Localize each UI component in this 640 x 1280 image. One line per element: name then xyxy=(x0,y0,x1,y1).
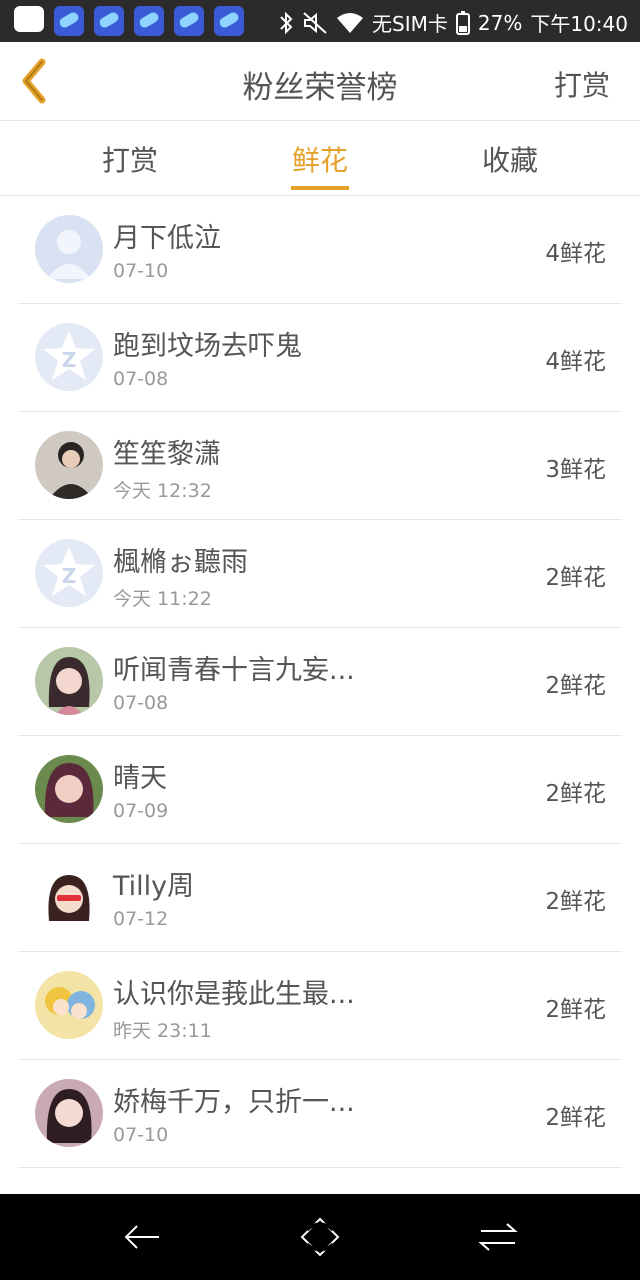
svg-text:Z: Z xyxy=(62,564,77,588)
app-notification-icon xyxy=(134,6,164,36)
bluetooth-icon xyxy=(280,11,293,34)
fan-time: 07-10 xyxy=(113,1124,169,1146)
page-title: 粉丝荣誉榜 xyxy=(242,70,398,106)
fan-time: 07-09 xyxy=(113,800,169,822)
fan-name: 月下低泣 xyxy=(113,223,221,254)
system-status: 无SIM卡 27% 下午10:40 xyxy=(278,8,628,37)
flower-count: 2鲜花 xyxy=(545,673,606,699)
list-item[interactable]: 认识你是莪此生最... 昨天 23:11 2鲜花 xyxy=(18,952,622,1060)
flower-count: 2鲜花 xyxy=(545,997,606,1023)
flower-count: 2鲜花 xyxy=(545,1105,606,1131)
tab-favorites[interactable]: 收藏 xyxy=(430,139,590,179)
fan-name: 跑到坟场去吓鬼 xyxy=(113,331,302,362)
photo-avatar xyxy=(35,647,103,715)
home-nav-icon[interactable] xyxy=(297,1214,343,1260)
fan-name: 认识你是莪此生最... xyxy=(113,979,355,1010)
list-item[interactable]: 笙笙黎潇 今天 12:32 3鲜花 xyxy=(18,412,622,520)
list-item[interactable]: 娇梅千万，只折一... 07-10 2鲜花 xyxy=(18,1060,622,1168)
tab-bar: 打赏 鲜花 收藏 xyxy=(0,121,640,196)
tab-flowers[interactable]: 鲜花 xyxy=(240,139,400,179)
svg-text:Z: Z xyxy=(62,348,77,372)
app-notification-icon xyxy=(94,6,124,36)
fan-time: 07-08 xyxy=(113,692,169,714)
mute-icon xyxy=(303,11,327,34)
notification-icons xyxy=(14,6,244,36)
fan-time: 07-12 xyxy=(113,908,169,930)
list-item[interactable]: 晴天 07-09 2鲜花 xyxy=(18,736,622,844)
clock: 下午10:40 xyxy=(530,12,628,36)
qq-star-icon: Z xyxy=(43,331,95,380)
app-notification-icon xyxy=(54,6,84,36)
qq-logo-avatar: Z xyxy=(35,323,103,391)
fan-time: 07-10 xyxy=(113,260,169,282)
flower-count: 4鲜花 xyxy=(545,241,606,267)
fan-time: 今天 11:22 xyxy=(113,588,212,610)
photo-avatar xyxy=(35,755,103,823)
qq-logo-avatar: Z xyxy=(35,539,103,607)
list-item[interactable]: 月下低泣 07-10 4鲜花 xyxy=(18,196,622,304)
active-tab-indicator xyxy=(291,186,349,190)
user-silhouette-icon xyxy=(47,230,91,279)
list-item[interactable]: 听闻青春十言九妄... 07-08 2鲜花 xyxy=(18,628,622,736)
flower-count: 2鲜花 xyxy=(545,889,606,915)
fan-name: 听闻青春十言九妄... xyxy=(113,655,355,686)
list-item[interactable]: Z 跑到坟场去吓鬼 07-08 4鲜花 xyxy=(18,304,622,412)
reward-button[interactable]: 打赏 xyxy=(554,64,610,104)
status-bar: 无SIM卡 27% 下午10:40 xyxy=(0,0,640,42)
recent-apps-icon[interactable] xyxy=(475,1214,521,1260)
sim-status: 无SIM卡 xyxy=(372,12,448,36)
fan-time: 07-08 xyxy=(113,368,169,390)
list-item[interactable]: Tilly周 07-12 2鲜花 xyxy=(18,844,622,952)
battery-level: 27% xyxy=(477,10,523,35)
battery-icon xyxy=(455,10,470,35)
fan-name: 晴天 xyxy=(113,763,167,794)
fan-name: 娇梅千万，只折一... xyxy=(113,1087,355,1118)
message-icon xyxy=(14,6,44,32)
back-nav-icon[interactable] xyxy=(119,1214,165,1260)
fan-time: 昨天 23:11 xyxy=(113,1020,212,1042)
flower-count: 4鲜花 xyxy=(545,349,606,375)
top-bar: 粉丝荣誉榜 打赏 xyxy=(0,42,640,121)
photo-avatar xyxy=(35,1079,103,1147)
list-item[interactable]: Z 楓樇ぉ聽雨 今天 11:22 2鲜花 xyxy=(18,520,622,628)
app-notification-icon xyxy=(214,6,244,36)
flower-count: 3鲜花 xyxy=(545,457,606,483)
anime-avatar xyxy=(35,971,103,1039)
fan-time: 今天 12:32 xyxy=(113,480,212,502)
flower-count: 2鲜花 xyxy=(545,565,606,591)
fan-name: 笙笙黎潇 xyxy=(113,439,221,470)
tab-reward[interactable]: 打赏 xyxy=(50,139,210,179)
app-notification-icon xyxy=(174,6,204,36)
fan-name: 楓樇ぉ聽雨 xyxy=(113,547,248,578)
cartoon-avatar xyxy=(35,863,103,931)
photo-avatar xyxy=(35,431,103,499)
wifi-icon xyxy=(337,12,364,33)
navigation-bar xyxy=(0,1194,640,1280)
default-user-avatar xyxy=(35,215,103,283)
qq-star-icon: Z xyxy=(43,547,95,596)
fan-name: Tilly周 xyxy=(113,871,195,902)
flower-count: 2鲜花 xyxy=(545,781,606,807)
